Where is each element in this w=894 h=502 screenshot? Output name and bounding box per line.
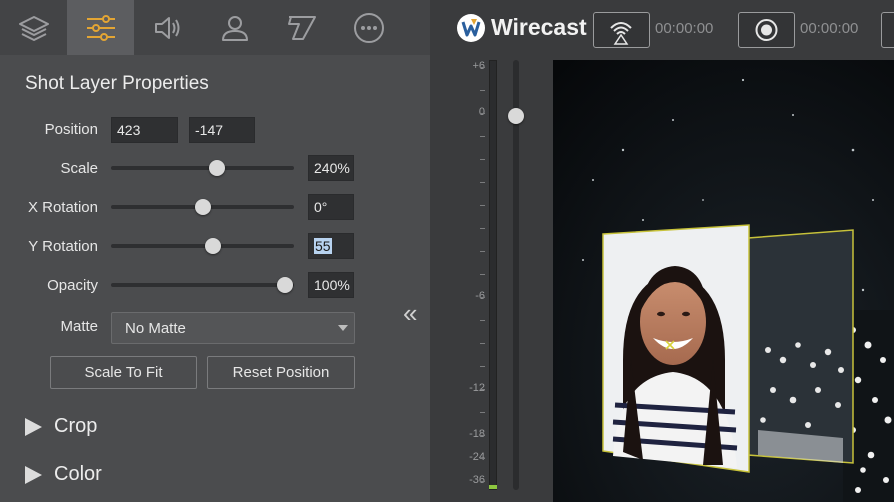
matte-selected-value: No Matte	[125, 320, 186, 337]
meter-tick	[480, 343, 485, 344]
volume-fader-thumb[interactable]	[508, 108, 524, 124]
audio-level-meter	[489, 60, 497, 490]
chevron-down-icon	[338, 325, 348, 331]
scale-slider[interactable]	[111, 158, 294, 178]
tab-titles[interactable]	[268, 0, 335, 55]
meter-tick	[480, 435, 485, 436]
reset-position-button[interactable]: Reset Position	[207, 356, 355, 389]
panel-toolbar	[0, 0, 430, 55]
wirecast-logo-icon	[457, 14, 485, 42]
y-rotation-label: Y Rotation	[28, 238, 98, 255]
y-rotation-input[interactable]: 55	[308, 233, 354, 259]
live-preview[interactable]	[553, 60, 894, 502]
matte-label: Matte	[60, 318, 98, 335]
scale-to-fit-button[interactable]: Scale To Fit	[50, 356, 197, 389]
meter-level-indicator	[489, 485, 497, 489]
position-x-input[interactable]: 423	[111, 117, 178, 143]
meter-tick	[480, 274, 485, 275]
db-label-minus6: -6	[475, 290, 485, 302]
opacity-slider[interactable]	[111, 275, 294, 295]
meter-tick	[480, 297, 485, 298]
slider-thumb[interactable]	[194, 199, 211, 215]
db-label-minus18: -18	[469, 428, 485, 440]
tab-more[interactable]	[335, 0, 402, 55]
meter-tick	[480, 481, 485, 482]
meter-tick	[480, 228, 485, 229]
meter-tick	[480, 366, 485, 367]
meter-tick	[480, 458, 485, 459]
scale-input[interactable]: 240%	[308, 155, 354, 181]
meter-tick	[480, 90, 485, 91]
collapse-panel-icon[interactable]: «	[403, 300, 417, 326]
next-header-button[interactable]	[881, 12, 894, 48]
color-section-toggle[interactable]: Color	[25, 463, 102, 486]
db-label-minus24: -24	[469, 451, 485, 463]
more-icon	[353, 12, 384, 43]
selected-text: 55	[314, 238, 332, 254]
meter-tick	[480, 159, 485, 160]
record-timer: 00:00:00	[800, 20, 859, 37]
meter-tick	[480, 67, 485, 68]
layers-icon	[18, 15, 49, 41]
y-rotation-slider[interactable]	[111, 236, 294, 256]
slider-thumb[interactable]	[276, 277, 293, 293]
disclosure-triangle-icon	[25, 465, 42, 484]
x-rotation-slider[interactable]	[111, 197, 294, 217]
panel-title: Shot Layer Properties	[25, 73, 209, 94]
matte-select[interactable]: No Matte	[111, 312, 355, 344]
person-icon	[221, 15, 248, 41]
stream-button[interactable]	[593, 12, 650, 48]
secondary-shot-card[interactable]	[747, 229, 854, 464]
meter-tick	[480, 412, 485, 413]
slider-track	[111, 283, 294, 287]
db-label-plus6: +6	[472, 60, 485, 72]
opacity-input[interactable]: 100%	[308, 272, 354, 298]
record-icon	[755, 19, 778, 41]
db-label-minus36: -36	[469, 474, 485, 486]
meter-tick	[480, 389, 485, 390]
sliders-icon	[86, 14, 115, 41]
slider-thumb[interactable]	[209, 160, 226, 176]
db-label-minus12: -12	[469, 382, 485, 394]
meter-tick	[480, 113, 485, 114]
x-rotation-label: X Rotation	[27, 199, 98, 216]
main-header: Wirecast 00:00:00 00:00:00	[430, 0, 894, 58]
db-label-0: 0	[478, 106, 485, 118]
app-name: Wirecast	[491, 14, 587, 40]
slider-track	[111, 244, 294, 248]
position-label: Position	[44, 121, 98, 138]
disclosure-triangle-icon	[25, 417, 42, 436]
tab-properties[interactable]	[67, 0, 134, 55]
opacity-label: Opacity	[47, 277, 98, 294]
meter-tick	[480, 320, 485, 321]
crop-section-label: Crop	[54, 415, 98, 437]
color-section-label: Color	[54, 463, 102, 485]
meter-tick	[480, 205, 485, 206]
crop-section-toggle[interactable]: Crop	[25, 415, 97, 438]
tab-person[interactable]	[201, 0, 268, 55]
speaker-icon	[154, 16, 179, 39]
preview-scene	[553, 60, 894, 502]
volume-fader[interactable]	[513, 60, 519, 490]
properties-panel: Shot Layer Properties Position 423 -147 …	[0, 0, 430, 502]
position-y-input[interactable]: -147	[189, 117, 255, 143]
stream-timer: 00:00:00	[655, 20, 714, 37]
record-button[interactable]	[738, 12, 795, 48]
meter-tick	[480, 182, 485, 183]
title-icon	[287, 15, 316, 40]
meter-tick	[480, 251, 485, 252]
slider-thumb[interactable]	[205, 238, 222, 254]
broadcast-icon	[610, 22, 632, 45]
tab-layers[interactable]	[0, 0, 67, 55]
tab-audio[interactable]	[134, 0, 201, 55]
scale-label: Scale	[60, 160, 98, 177]
meter-tick	[480, 136, 485, 137]
x-rotation-input[interactable]: 0°	[308, 194, 354, 220]
slider-track	[111, 166, 294, 170]
